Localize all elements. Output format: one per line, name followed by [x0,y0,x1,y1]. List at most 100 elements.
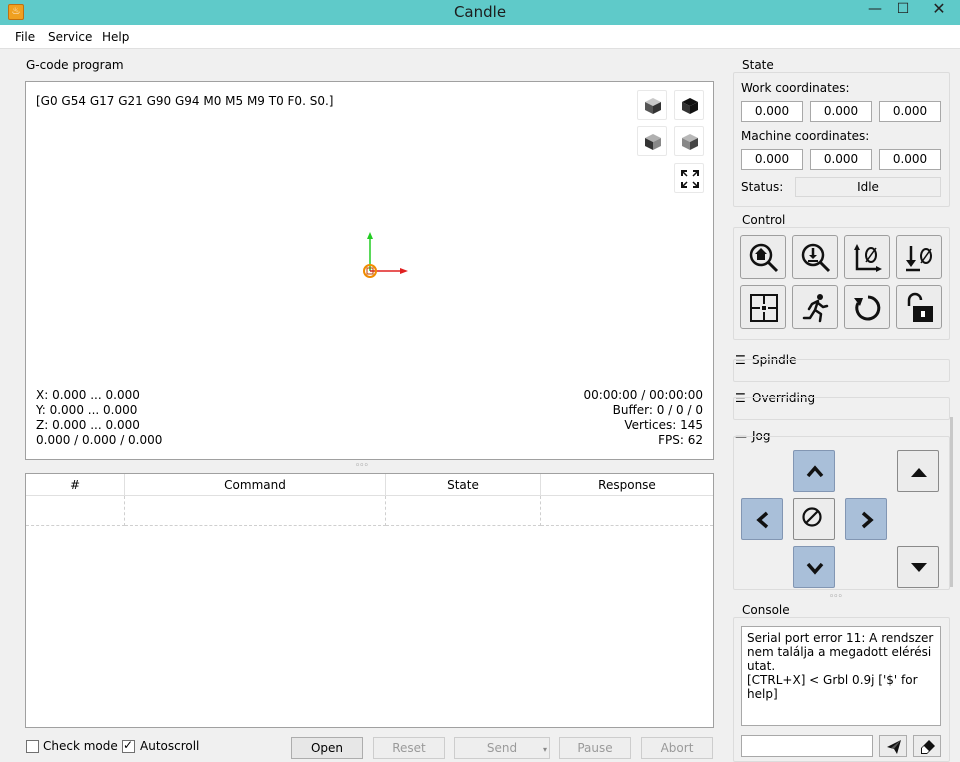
maximize-button[interactable]: ☐ [890,0,916,20]
fullscreen-icon [681,170,699,188]
safe-position-button[interactable] [792,285,838,329]
gcode-state-line: [G0 G54 G17 G21 G90 G94 M0 M5 M9 T0 F0. … [36,94,334,108]
abort-button[interactable]: Abort [641,737,713,759]
bounds-info: X: 0.000 ... 0.000 Y: 0.000 ... 0.000 Z:… [36,388,162,448]
table-cell[interactable] [541,496,713,526]
zero-xy-button[interactable] [844,235,890,279]
chevron-down-icon [806,562,824,575]
home-button[interactable] [740,235,786,279]
chevron-left-icon [756,511,769,529]
check-mode-checkbox[interactable] [26,740,39,753]
fps-info: FPS: 62 [658,433,703,447]
probe-z-button[interactable] [792,235,838,279]
reset-button[interactable]: Reset [373,737,445,759]
bounds-size: 0.000 / 0.000 / 0.000 [36,433,163,447]
column-header-number[interactable]: # [26,474,125,496]
send-label: Send [486,741,518,755]
menu-file[interactable]: File [15,30,35,44]
running-man-icon [802,294,829,323]
console-clear-button[interactable] [913,735,941,757]
cube-front-icon [682,134,698,150]
jog-x-plus-button[interactable] [845,498,887,540]
column-header-state[interactable]: State [386,474,541,496]
bounds-x: X: 0.000 ... 0.000 [36,388,140,402]
home-search-icon [749,243,779,273]
gcode-table[interactable]: # Command State Response [25,473,714,728]
pause-button[interactable]: Pause [559,737,631,759]
column-header-command[interactable]: Command [125,474,386,496]
jog-y-plus-button[interactable] [793,450,835,492]
jog-z-minus-button[interactable] [897,546,939,588]
status-label: Status: [741,180,784,194]
vertices-info: Vertices: 145 [624,418,703,432]
unlock-button[interactable] [896,285,942,329]
minimize-button[interactable]: — [860,0,890,20]
status-value: Idle [795,177,941,197]
machine-z-field: 0.000 [879,149,941,170]
work-x-field: 0.000 [741,101,803,122]
machine-y-field: 0.000 [810,149,872,170]
console-command-input[interactable] [741,735,873,757]
panel-scrollbar[interactable] [950,417,953,587]
jog-x-minus-button[interactable] [741,498,783,540]
send-button[interactable]: Send ▾ [454,737,550,759]
table-cell[interactable] [386,496,541,526]
send-icon [887,740,901,754]
cube-top-icon [682,98,698,114]
check-mode-label[interactable]: Check mode [43,739,118,753]
console-group-label: Console [742,603,790,617]
menu-bar: File Service Help [0,25,960,49]
gcode-group-label: G-code program [26,58,124,72]
view-table-splitter[interactable]: ◦◦◦ [355,461,369,471]
view-top-button[interactable] [674,90,704,120]
jog-z-plus-button[interactable] [897,450,939,492]
soft-reset-button[interactable] [844,285,890,329]
spindle-group-frame [733,359,950,382]
zero-z-icon [906,246,932,272]
jog-y-minus-button[interactable] [793,546,835,588]
panel-splitter[interactable]: ◦◦◦ [829,592,843,602]
view-left-button[interactable] [637,126,667,156]
stop-icon [802,507,822,527]
zero-z-button[interactable] [896,235,942,279]
unlock-icon [907,292,933,322]
crosshair-icon [750,294,778,322]
column-header-response[interactable]: Response [541,474,713,496]
view-iso-button[interactable] [637,90,667,120]
time-info: 00:00:00 / 00:00:00 [583,388,703,402]
chevron-up-icon [806,465,824,478]
menu-help[interactable]: Help [102,30,129,44]
console-line: Serial port error 11: A rendszer nem tal… [747,631,938,673]
autoscroll-label[interactable]: Autoscroll [140,739,199,753]
work-coordinates-label: Work coordinates: [741,81,850,95]
console-output[interactable]: Serial port error 11: A rendszer nem tal… [741,626,941,726]
restore-origin-button[interactable] [740,285,786,329]
dropdown-arrow-icon: ▾ [542,745,547,754]
open-button[interactable]: Open [291,737,363,759]
console-send-button[interactable] [879,735,907,757]
cube-left-icon [645,134,661,150]
probe-search-icon [801,243,831,273]
triangle-down-icon [911,563,927,572]
table-cell[interactable] [125,496,386,526]
work-z-field: 0.000 [879,101,941,122]
buffer-info: Buffer: 0 / 0 / 0 [612,403,703,417]
bounds-z: Z: 0.000 ... 0.000 [36,418,140,432]
control-group-label: Control [742,213,786,227]
table-cell[interactable] [26,496,125,526]
close-button[interactable]: ✕ [922,0,956,20]
origin-axes-icon [363,232,408,278]
machine-x-field: 0.000 [741,149,803,170]
view-front-button[interactable] [674,126,704,156]
console-line: [CTRL+X] < Grbl 0.9j ['$' for help] [747,673,922,701]
overriding-group-frame [733,397,950,420]
reset-icon [854,295,881,321]
autoscroll-checkbox[interactable] [122,738,135,753]
eraser-icon [921,740,935,754]
fit-view-button[interactable] [674,163,704,193]
machine-coordinates-label: Machine coordinates: [741,129,870,143]
work-y-field: 0.000 [810,101,872,122]
menu-service[interactable]: Service [48,30,92,44]
jog-stop-button[interactable] [793,498,835,540]
gcode-3d-view[interactable]: [G0 G54 G17 G21 G90 G94 M0 M5 M9 T0 F0. … [25,81,714,460]
